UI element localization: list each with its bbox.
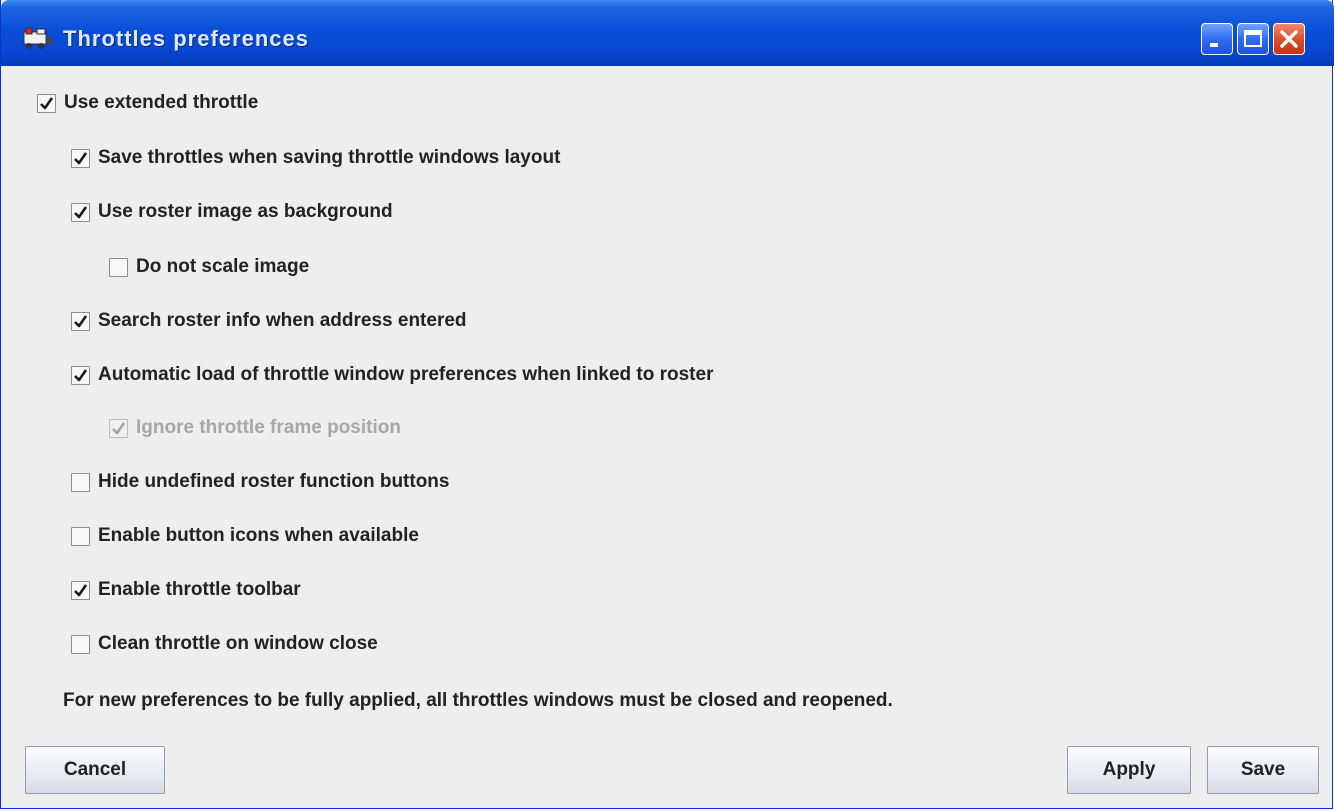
close-button[interactable] [1273, 23, 1305, 55]
label-use-roster-image: Use roster image as background [98, 201, 393, 222]
locomotive-icon [23, 27, 52, 49]
maximize-icon [1244, 30, 1262, 47]
checkbox-hide-undefined-buttons[interactable] [71, 472, 90, 492]
label-hide-undefined-buttons: Hide undefined roster function buttons [98, 471, 450, 492]
label-search-roster-info: Search roster info when address entered [98, 310, 467, 331]
checkmark-icon [74, 151, 88, 164]
label-save-throttles: Save throttles when saving throttle wind… [98, 147, 561, 168]
label-clean-throttle: Clean throttle on window close [98, 633, 378, 654]
option-automatic-load-prefs[interactable]: Automatic load of throttle window prefer… [71, 361, 713, 389]
maximize-button[interactable] [1237, 23, 1269, 55]
checkbox-enable-toolbar[interactable] [71, 580, 90, 600]
checkmark-icon [74, 205, 88, 218]
label-enable-button-icons: Enable button icons when available [98, 525, 419, 546]
option-do-not-scale-image[interactable]: Do not scale image [109, 253, 309, 281]
restart-note: For new preferences to be fully applied,… [63, 690, 893, 711]
save-button[interactable]: Save [1207, 746, 1319, 794]
checkmark-icon [40, 96, 54, 109]
checkmark-icon [74, 314, 88, 327]
label-automatic-load-prefs: Automatic load of throttle window prefer… [98, 364, 714, 385]
label-use-extended-throttle: Use extended throttle [64, 92, 259, 113]
apply-button[interactable]: Apply [1067, 746, 1191, 794]
throttles-preferences-window: Throttles preferences Use extended throt… [0, 0, 1334, 809]
checkbox-use-roster-image[interactable] [71, 202, 90, 222]
cancel-button[interactable]: Cancel [25, 746, 165, 794]
label-ignore-frame-position: Ignore throttle frame position [136, 417, 401, 438]
checkmark-icon [112, 421, 126, 434]
checkbox-do-not-scale-image[interactable] [109, 257, 128, 277]
checkmark-icon [74, 368, 88, 381]
option-search-roster-info[interactable]: Search roster info when address entered [71, 307, 467, 335]
option-save-throttles[interactable]: Save throttles when saving throttle wind… [71, 144, 560, 172]
option-use-extended-throttle[interactable]: Use extended throttle [37, 89, 258, 117]
title-bar[interactable]: Throttles preferences [1, 0, 1334, 66]
checkbox-clean-throttle[interactable] [71, 634, 90, 654]
option-hide-undefined-buttons[interactable]: Hide undefined roster function buttons [71, 468, 449, 496]
option-ignore-frame-position: Ignore throttle frame position [109, 414, 401, 442]
checkbox-ignore-frame-position [109, 418, 128, 438]
close-icon [1280, 30, 1298, 48]
label-do-not-scale-image: Do not scale image [136, 256, 310, 277]
minimize-button[interactable] [1201, 23, 1233, 55]
checkbox-save-throttles[interactable] [71, 148, 90, 168]
checkbox-automatic-load-prefs[interactable] [71, 365, 90, 385]
minimize-icon [1210, 43, 1218, 47]
checkbox-search-roster-info[interactable] [71, 311, 90, 331]
option-enable-button-icons[interactable]: Enable button icons when available [71, 522, 419, 550]
checkmark-icon [74, 583, 88, 596]
checkbox-use-extended-throttle[interactable] [37, 93, 56, 113]
option-clean-throttle[interactable]: Clean throttle on window close [71, 630, 378, 658]
checkbox-enable-button-icons[interactable] [71, 526, 90, 546]
option-use-roster-image[interactable]: Use roster image as background [71, 198, 393, 226]
window-title: Throttles preferences [63, 26, 309, 51]
option-enable-toolbar[interactable]: Enable throttle toolbar [71, 576, 301, 604]
label-enable-toolbar: Enable throttle toolbar [98, 579, 301, 600]
